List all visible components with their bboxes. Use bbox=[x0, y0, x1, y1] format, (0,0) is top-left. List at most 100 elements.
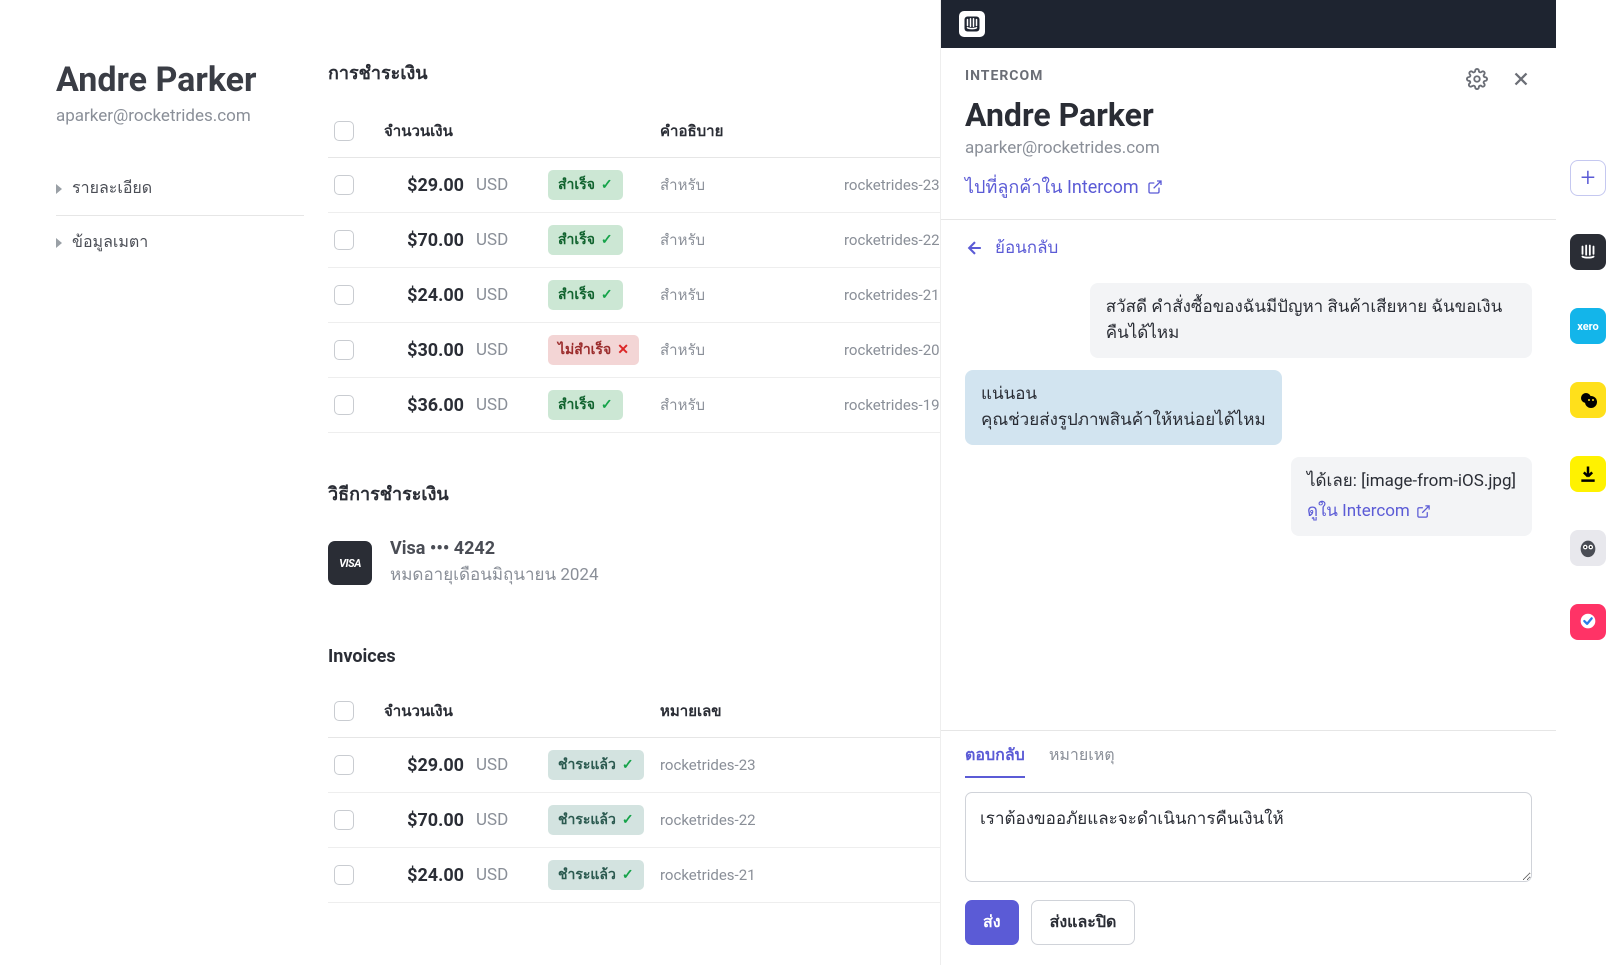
status-badge: ชำระแล้ว ✓ bbox=[548, 860, 644, 890]
amount-cell: $24.00 bbox=[384, 865, 464, 886]
close-panel-button[interactable] bbox=[1510, 68, 1532, 90]
currency-cell: USD bbox=[464, 285, 520, 305]
open-in-intercom-label: ไปที่ลูกค้าใน Intercom bbox=[965, 172, 1139, 201]
rail-owl-button[interactable] bbox=[1570, 530, 1606, 566]
caret-right-icon bbox=[56, 184, 62, 194]
payment-row[interactable]: $70.00USDสำเร็จ ✓สำหรับrocketrides-22 bbox=[328, 213, 1004, 268]
desc-cell: สำหรับ bbox=[650, 338, 844, 362]
rail-intercom-button[interactable] bbox=[1570, 234, 1606, 270]
settings-button[interactable] bbox=[1466, 68, 1488, 90]
back-label: ย้อนกลับ bbox=[995, 234, 1058, 261]
currency-cell: USD bbox=[464, 175, 520, 195]
card-expiry: หมดอายุเดือนมิถุนายน 2024 bbox=[390, 561, 599, 588]
customer-name: Andre Parker bbox=[56, 60, 304, 100]
send-close-label: ส่งและปิด bbox=[1050, 914, 1117, 931]
status-label: สำเร็จ bbox=[558, 394, 595, 416]
row-checkbox[interactable] bbox=[334, 340, 354, 360]
status-badge: สำเร็จ ✓ bbox=[548, 280, 623, 310]
select-all-checkbox[interactable] bbox=[334, 701, 354, 721]
row-checkbox[interactable] bbox=[334, 865, 354, 885]
card-label: Visa ••• 4242 bbox=[390, 538, 599, 559]
chat-message-text: แน่นอน คุณช่วยส่งรูปภาพสินค้าให้หน่อยได้… bbox=[981, 384, 1266, 430]
xero-icon: xero bbox=[1577, 320, 1599, 333]
tab-note[interactable]: หมายเหตุ bbox=[1049, 743, 1115, 778]
amount-cell: $24.00 bbox=[384, 285, 464, 306]
desc-cell: สำหรับ bbox=[650, 283, 844, 307]
payment-method-row[interactable]: VISA Visa ••• 4242 หมดอายุเดือนมิถุนายน … bbox=[328, 526, 1004, 600]
status-label: ชำระแล้ว bbox=[558, 754, 616, 776]
x-icon: ✕ bbox=[617, 342, 629, 358]
reply-textarea[interactable] bbox=[965, 792, 1532, 882]
back-button[interactable]: ย้อนกลับ bbox=[941, 220, 1556, 275]
row-checkbox[interactable] bbox=[334, 395, 354, 415]
invoices-header-row: จำนวนเงิน หมายเลข bbox=[328, 685, 1004, 738]
rail-mailchimp-button[interactable] bbox=[1570, 382, 1606, 418]
amount-cell: $29.00 bbox=[384, 755, 464, 776]
check-icon: ✓ bbox=[622, 867, 634, 883]
external-link-icon bbox=[1147, 179, 1163, 195]
status-badge: สำเร็จ ✓ bbox=[548, 390, 623, 420]
app-rail: + xero bbox=[1556, 0, 1620, 965]
rail-xero-button[interactable]: xero bbox=[1570, 308, 1606, 344]
sidebar-item-details[interactable]: รายละเอียด bbox=[56, 162, 304, 216]
amount-cell: $36.00 bbox=[384, 395, 464, 416]
close-icon bbox=[1510, 68, 1532, 90]
panel-customer-email: aparker@rocketrides.com bbox=[965, 138, 1532, 158]
add-app-button[interactable]: + bbox=[1570, 160, 1606, 196]
panel-customer-name: Andre Parker bbox=[965, 96, 1532, 134]
tab-reply[interactable]: ตอบกลับ bbox=[965, 743, 1025, 778]
row-checkbox[interactable] bbox=[334, 285, 354, 305]
section-title-payments: การชำระเงิน bbox=[328, 58, 1004, 87]
send-and-close-button[interactable]: ส่งและปิด bbox=[1031, 900, 1136, 945]
payment-row[interactable]: $36.00USDสำเร็จ ✓สำหรับrocketrides-19 bbox=[328, 378, 1004, 433]
rail-download-button[interactable] bbox=[1570, 456, 1606, 492]
chat-message-in: สวัสดี คำสั่งซื้อของฉันมีปัญหา สินค้าเสี… bbox=[1090, 283, 1532, 358]
row-checkbox[interactable] bbox=[334, 810, 354, 830]
amount-cell: $29.00 bbox=[384, 175, 464, 196]
invoice-row[interactable]: $70.00USDชำระแล้ว ✓rocketrides-22 bbox=[328, 793, 1004, 848]
reply-section: ตอบกลับ หมายเหตุ ส่ง ส่งและปิด bbox=[941, 730, 1556, 965]
chat-message-out: แน่นอน คุณช่วยส่งรูปภาพสินค้าให้หน่อยได้… bbox=[965, 370, 1282, 445]
payment-row[interactable]: $24.00USDสำเร็จ ✓สำหรับrocketrides-21 bbox=[328, 268, 1004, 323]
currency-cell: USD bbox=[464, 865, 520, 885]
chat-message-in: ได้เลย: [image-from-iOS.jpg] ดูใน Interc… bbox=[1291, 457, 1532, 536]
status-label: สำเร็จ bbox=[558, 284, 595, 306]
col-amount: จำนวนเงิน bbox=[384, 119, 464, 143]
open-in-intercom-link[interactable]: ไปที่ลูกค้าใน Intercom bbox=[965, 172, 1163, 201]
chat-message-text: สวัสดี คำสั่งซื้อของฉันมีปัญหา สินค้าเสี… bbox=[1106, 297, 1502, 343]
send-label: ส่ง bbox=[983, 914, 1001, 931]
status-label: สำเร็จ bbox=[558, 174, 595, 196]
payment-row[interactable]: $30.00USDไม่สำเร็จ ✕สำหรับrocketrides-20 bbox=[328, 323, 1004, 378]
intercom-panel: INTERCOM Andre Parker aparker@rocketride… bbox=[940, 0, 1620, 965]
invoice-row[interactable]: $29.00USDชำระแล้ว ✓rocketrides-23 bbox=[328, 738, 1004, 793]
desc-cell: สำหรับ bbox=[650, 228, 844, 252]
row-checkbox[interactable] bbox=[334, 230, 354, 250]
select-all-checkbox[interactable] bbox=[334, 121, 354, 141]
payment-row[interactable]: $29.00USDสำเร็จ ✓สำหรับrocketrides-23 bbox=[328, 158, 1004, 213]
currency-cell: USD bbox=[464, 395, 520, 415]
sidebar-item-metadata[interactable]: ข้อมูลเมตา bbox=[56, 216, 304, 269]
status-badge: ไม่สำเร็จ ✕ bbox=[548, 335, 639, 365]
chat-message-text: ได้เลย: [image-from-iOS.jpg] bbox=[1307, 469, 1516, 495]
invoices-section: Invoices จำนวนเงิน หมายเลข $29.00USDชำระ… bbox=[328, 646, 1004, 903]
row-checkbox[interactable] bbox=[334, 175, 354, 195]
send-button[interactable]: ส่ง bbox=[965, 900, 1019, 945]
payment-methods-section: วิธีการชำระเงิน VISA Visa ••• 4242 หมดอา… bbox=[328, 479, 1004, 600]
amount-cell: $70.00 bbox=[384, 230, 464, 251]
section-title-invoices: Invoices bbox=[328, 646, 1004, 667]
status-label: ไม่สำเร็จ bbox=[558, 339, 611, 361]
owl-icon bbox=[1577, 537, 1599, 559]
payments-section: การชำระเงิน จำนวนเงิน คำอธิบาย $29.00USD… bbox=[328, 58, 1004, 433]
download-icon bbox=[1578, 464, 1598, 484]
status-badge: ชำระแล้ว ✓ bbox=[548, 805, 644, 835]
check-icon: ✓ bbox=[601, 177, 613, 193]
intercom-logo-icon bbox=[959, 11, 985, 37]
row-checkbox[interactable] bbox=[334, 755, 354, 775]
payments-header-row: จำนวนเงิน คำอธิบาย bbox=[328, 105, 1004, 158]
view-in-intercom-link[interactable]: ดูใน Intercom bbox=[1307, 499, 1431, 525]
chat-area: สวัสดี คำสั่งซื้อของฉันมีปัญหา สินค้าเสี… bbox=[941, 275, 1556, 730]
rail-check-button[interactable] bbox=[1570, 604, 1606, 640]
tab-reply-label: ตอบกลับ bbox=[965, 745, 1025, 764]
check-icon: ✓ bbox=[601, 287, 613, 303]
invoice-row[interactable]: $24.00USDชำระแล้ว ✓rocketrides-21 bbox=[328, 848, 1004, 903]
